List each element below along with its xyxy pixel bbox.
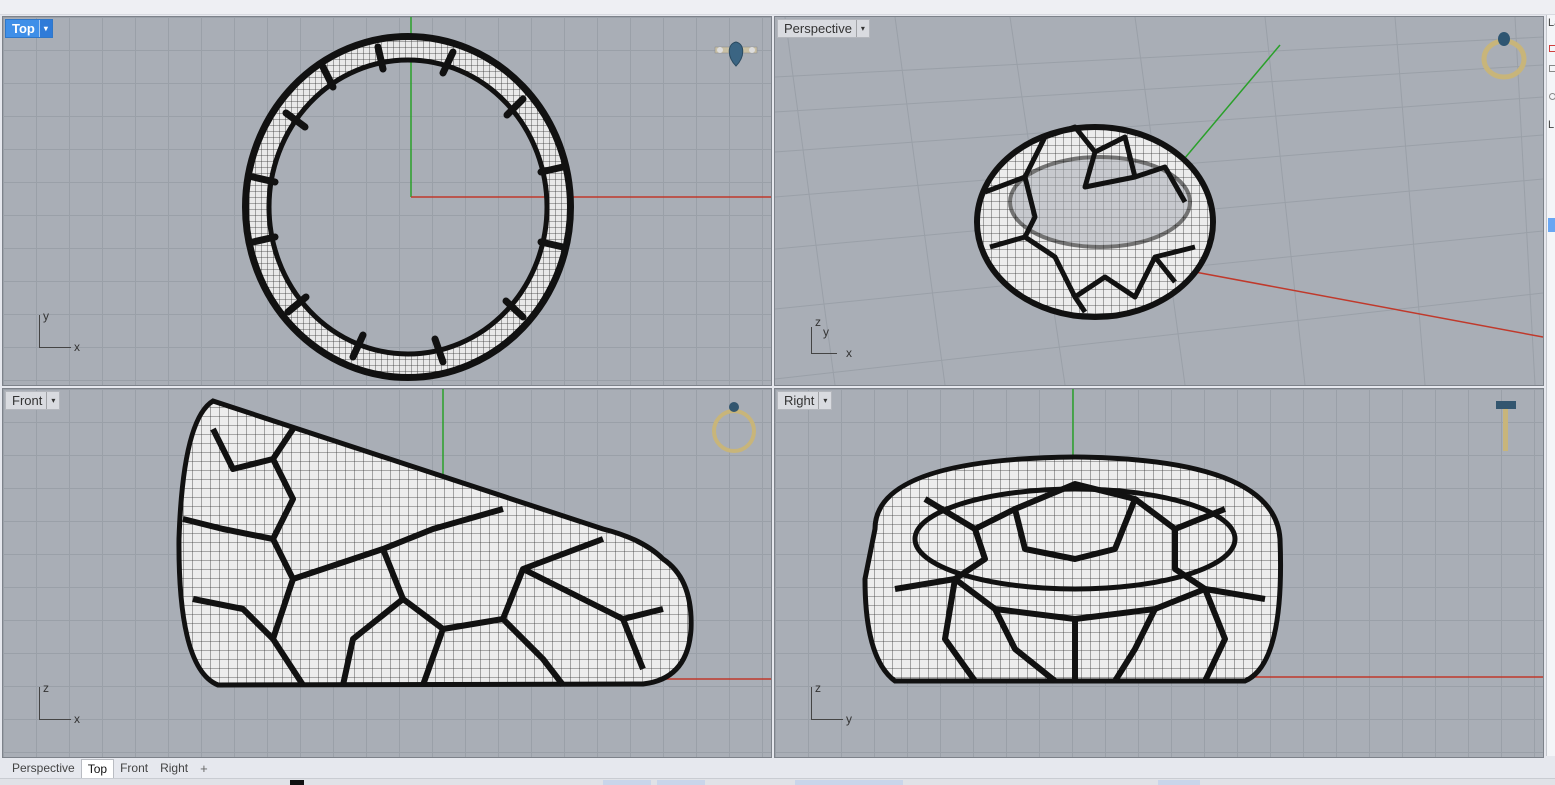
front-view-scene: [176, 389, 771, 688]
viewport-top[interactable]: Top ▾ y x: [2, 16, 772, 386]
axis-indicator: z x: [39, 681, 83, 726]
right-view-scene: [862, 389, 1543, 684]
add-viewport-tab-icon[interactable]: +: [194, 761, 214, 776]
viewport-title: Top: [12, 21, 35, 36]
viewport-title: Perspective: [784, 21, 852, 36]
axis-label: z: [815, 681, 821, 695]
layer-color-swatch[interactable]: [290, 780, 304, 785]
top-view-scene: [242, 17, 771, 381]
viewport-perspective[interactable]: Perspective ▾ z y x: [774, 16, 1544, 386]
ring-thumbnail-icon: [709, 397, 759, 458]
viewport-label-front[interactable]: Front ▾: [5, 391, 61, 410]
search-icon[interactable]: [1549, 93, 1555, 100]
ring-inner-opening: [1008, 155, 1192, 249]
axis-indicator: y x: [39, 309, 83, 354]
axis-label: z: [815, 315, 821, 329]
dropdown-arrow-icon[interactable]: ▾: [818, 392, 831, 409]
status-toggle[interactable]: [795, 780, 903, 785]
ring-outer-outline: [242, 33, 574, 381]
dropdown-arrow-icon[interactable]: ▾: [46, 392, 59, 409]
tab-right[interactable]: Right: [154, 759, 194, 777]
viewport-front[interactable]: Front ▾ z x: [2, 388, 772, 758]
tab-perspective[interactable]: Perspective: [6, 759, 81, 777]
dropdown-arrow-icon[interactable]: ▾: [38, 20, 52, 37]
perspective-view-scene: [775, 17, 1543, 385]
viewport-label-top[interactable]: Top ▾: [5, 19, 53, 38]
axis-label: y: [823, 325, 829, 339]
axis-label: x: [74, 340, 80, 354]
selected-layer-row[interactable]: [1548, 218, 1555, 232]
dropdown-arrow-icon[interactable]: ▾: [855, 20, 869, 37]
ring-thumbnail-icon: [1479, 25, 1529, 84]
viewport-title: Right: [784, 393, 815, 408]
viewport-tabs: Perspective Top Front Right +: [0, 758, 1555, 778]
ring-inner-outline: [266, 57, 550, 357]
viewport-title: Front: [12, 393, 43, 408]
axis-indicator: z y x: [811, 315, 855, 360]
status-toggle[interactable]: [1158, 780, 1200, 785]
title-strip: [0, 0, 1555, 15]
tab-top[interactable]: Top: [80, 758, 115, 778]
layers-panel[interactable]: La L: [1546, 15, 1555, 756]
axis-indicator: z y: [811, 681, 855, 726]
x-axis-line: [1194, 271, 1543, 338]
axis-label: x: [846, 346, 852, 360]
panel-icon[interactable]: [1549, 45, 1555, 52]
viewport-right[interactable]: Right ▾ z y: [774, 388, 1544, 758]
status-toggle[interactable]: [657, 780, 705, 785]
ring-band: [249, 40, 567, 374]
viewport-label-perspective[interactable]: Perspective ▾: [777, 19, 870, 38]
panel-label: L: [1548, 119, 1555, 131]
ring-thumbnail-icon: [711, 39, 761, 72]
axis-label: y: [43, 309, 49, 323]
axis-label: z: [43, 681, 49, 695]
status-toggle[interactable]: [603, 780, 651, 785]
axis-label: x: [74, 712, 80, 726]
axis-label: y: [846, 712, 852, 726]
panel-icon[interactable]: [1549, 65, 1555, 72]
ring-thumbnail-icon: [1491, 397, 1521, 458]
viewport-label-right[interactable]: Right ▾: [777, 391, 833, 410]
panel-title: La: [1548, 17, 1555, 29]
tab-front[interactable]: Front: [114, 759, 154, 777]
